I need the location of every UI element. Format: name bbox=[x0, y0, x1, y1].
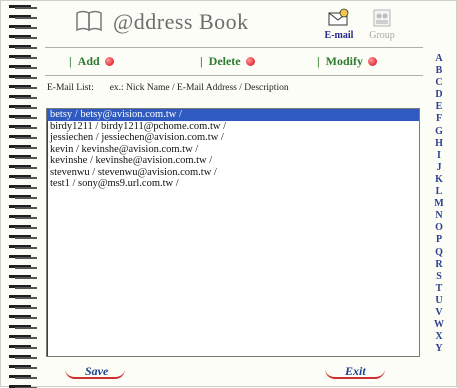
alphabet-letter-h[interactable]: H bbox=[429, 138, 449, 150]
alphabet-letter-k[interactable]: K bbox=[429, 174, 449, 186]
alphabet-letter-m[interactable]: M bbox=[429, 198, 449, 210]
email-listbox[interactable]: betsy / betsy@avision.com.tw / birdy1211 … bbox=[46, 108, 420, 357]
alphabet-index: ABCDEFGHIJKLMNOPQRSTUVWXY bbox=[429, 53, 449, 355]
alphabet-letter-b[interactable]: B bbox=[429, 65, 449, 77]
alphabet-letter-g[interactable]: G bbox=[429, 126, 449, 138]
delete-button-label: Delete bbox=[208, 54, 241, 68]
alphabet-letter-s[interactable]: S bbox=[429, 271, 449, 283]
list-item[interactable]: betsy / betsy@avision.com.tw / bbox=[47, 109, 419, 121]
tab-email-label: E-mail bbox=[324, 30, 354, 41]
alphabet-letter-c[interactable]: C bbox=[429, 77, 449, 89]
spiral-binding-shadow bbox=[15, 1, 37, 388]
alphabet-letter-y[interactable]: Y bbox=[429, 343, 449, 355]
tab-group[interactable]: Group bbox=[363, 8, 401, 46]
alphabet-letter-o[interactable]: O bbox=[429, 222, 449, 234]
address-book-window: @ddress Book E-mail Group | Add | Delete… bbox=[0, 0, 457, 388]
add-dot-icon bbox=[104, 57, 114, 66]
email-list-label: E-Mail List: bbox=[47, 83, 94, 93]
app-title: @ddress Book bbox=[113, 9, 249, 34]
exit-swoosh bbox=[325, 369, 385, 379]
delete-dot-icon bbox=[245, 57, 255, 66]
list-item[interactable]: jessiechen / jessiechen@avision.com.tw / bbox=[47, 132, 419, 144]
toolbar-separator: | bbox=[317, 54, 320, 68]
alphabet-letter-x[interactable]: X bbox=[429, 331, 449, 343]
modify-button[interactable]: | Modify bbox=[317, 54, 377, 69]
alphabet-letter-f[interactable]: F bbox=[429, 113, 449, 125]
alphabet-letter-u[interactable]: U bbox=[429, 295, 449, 307]
list-item[interactable]: kevin / kevinshe@avision.com.tw / bbox=[47, 144, 419, 156]
header-divider bbox=[45, 47, 423, 48]
list-caption: E-Mail List: ex.: Nick Name / E-Mail Addr… bbox=[47, 83, 289, 93]
book-icon bbox=[76, 10, 102, 32]
alphabet-letter-r[interactable]: R bbox=[429, 259, 449, 271]
alphabet-letter-q[interactable]: Q bbox=[429, 247, 449, 259]
header: @ddress Book E-mail Group bbox=[63, 7, 403, 43]
tab-group-label: Group bbox=[369, 30, 395, 41]
alphabet-letter-w[interactable]: W bbox=[429, 319, 449, 331]
alphabet-letter-n[interactable]: N bbox=[429, 210, 449, 222]
alphabet-letter-j[interactable]: J bbox=[429, 162, 449, 174]
list-item[interactable]: birdy1211 / birdy1211@pchome.com.tw / bbox=[47, 121, 419, 133]
toolbar-separator: | bbox=[200, 54, 203, 68]
alphabet-letter-v[interactable]: V bbox=[429, 307, 449, 319]
toolbar-separator: | bbox=[69, 54, 72, 68]
alphabet-letter-a[interactable]: A bbox=[429, 53, 449, 65]
alphabet-letter-e[interactable]: E bbox=[429, 101, 449, 113]
alphabet-letter-t[interactable]: T bbox=[429, 283, 449, 295]
list-format-hint: ex.: Nick Name / E-Mail Address / Descri… bbox=[109, 83, 289, 93]
alphabet-letter-l[interactable]: L bbox=[429, 186, 449, 198]
alphabet-letter-d[interactable]: D bbox=[429, 89, 449, 101]
list-item[interactable]: stevenwu / stevenwu@avision.com.tw / bbox=[47, 167, 419, 179]
modify-dot-icon bbox=[368, 57, 377, 66]
add-button[interactable]: | Add bbox=[69, 54, 114, 69]
modify-button-label: Modify bbox=[325, 54, 363, 68]
toolbar: | Add | Delete | Modify bbox=[45, 51, 423, 73]
alphabet-letter-p[interactable]: P bbox=[429, 234, 449, 246]
email-icon bbox=[328, 8, 349, 26]
group-icon bbox=[373, 9, 391, 27]
list-item[interactable]: kevinshe / kevinshe@avision.com.tw / bbox=[47, 155, 419, 167]
list-item[interactable]: test1 / sony@ms9.url.com.tw / bbox=[47, 178, 419, 190]
save-swoosh bbox=[65, 369, 125, 379]
delete-button[interactable]: | Delete bbox=[200, 54, 255, 69]
alphabet-letter-i[interactable]: I bbox=[429, 150, 449, 162]
add-button-label: Add bbox=[77, 54, 100, 68]
tab-email[interactable]: E-mail bbox=[319, 8, 359, 46]
toolbar-divider bbox=[45, 75, 423, 76]
